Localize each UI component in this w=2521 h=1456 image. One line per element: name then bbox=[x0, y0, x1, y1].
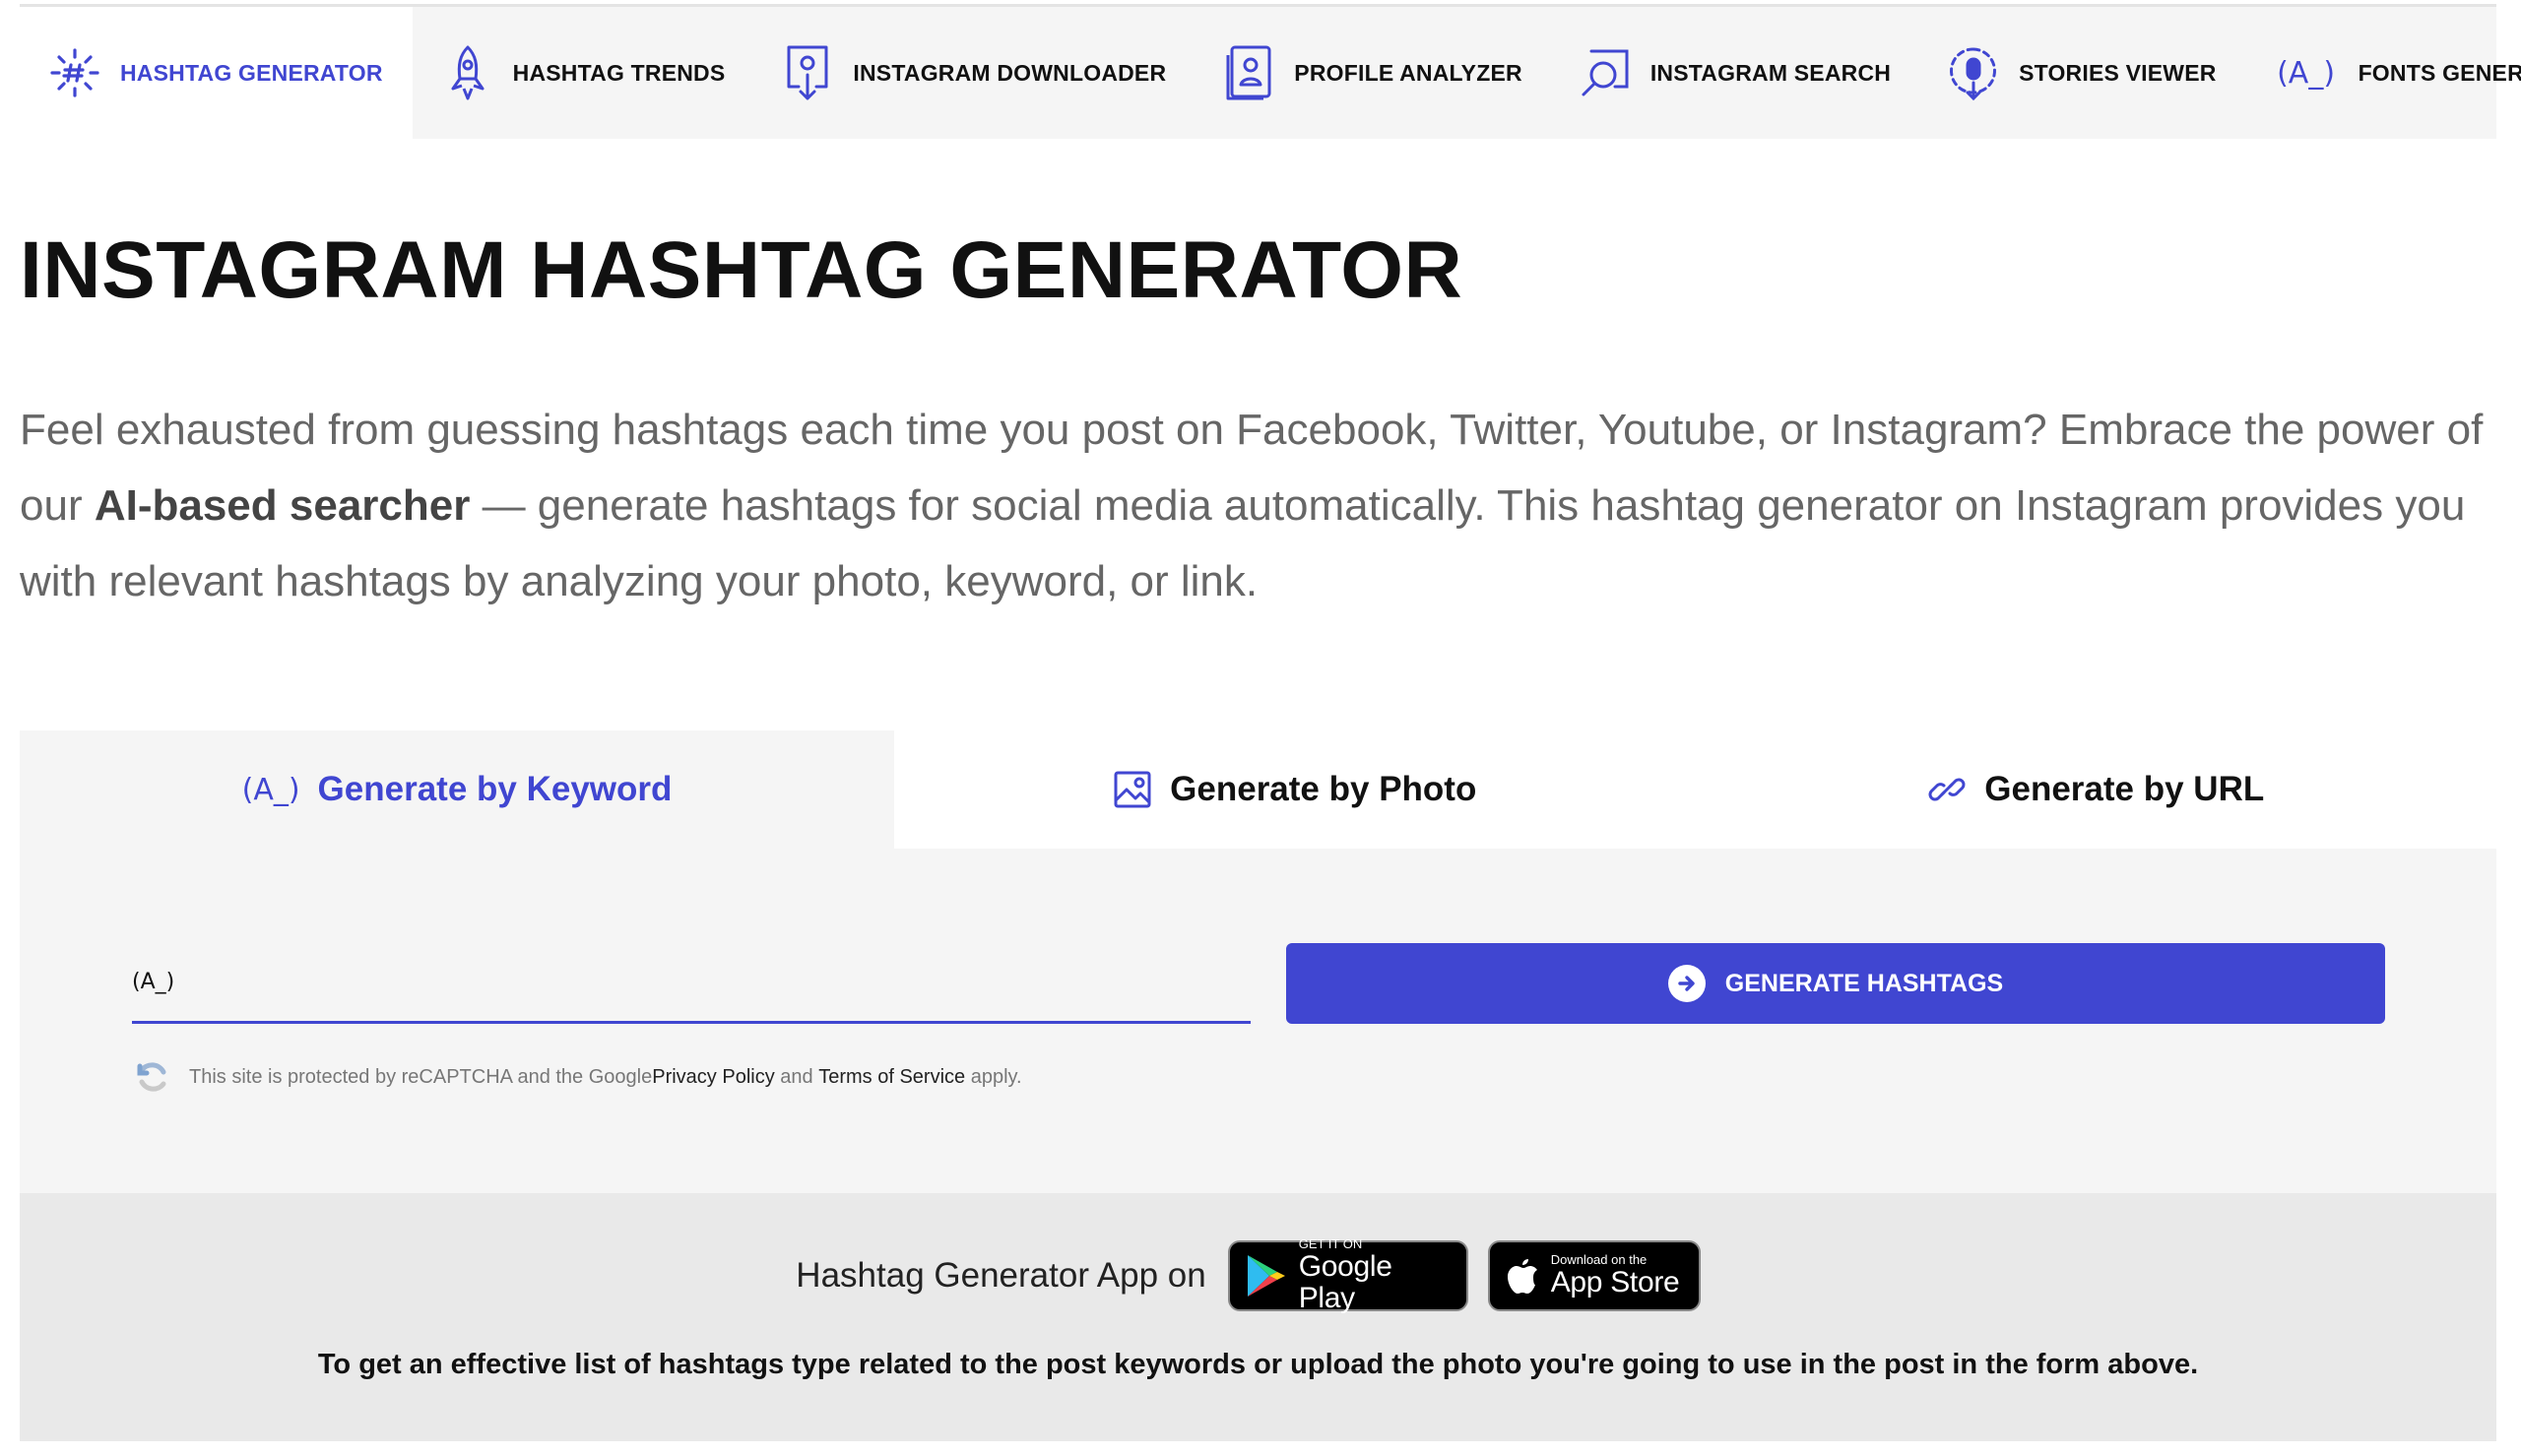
arrow-right-icon bbox=[1667, 965, 1706, 1002]
recaptcha-icon bbox=[132, 1058, 173, 1096]
top-nav: HASHTAG GENERATOR HASHTAG TRENDS INSTAGR… bbox=[20, 4, 2521, 139]
app-store-text: Download on the App Store bbox=[1551, 1253, 1680, 1298]
privacy-policy-link[interactable]: Privacy Policy bbox=[652, 1066, 774, 1089]
nav-fonts-generator[interactable]: (A_) FONTS GENERATOR bbox=[2244, 7, 2521, 139]
rocket-icon bbox=[440, 43, 495, 102]
tab-label: Generate by Keyword bbox=[317, 770, 673, 808]
hashtag-gear-icon bbox=[47, 43, 102, 102]
apple-icon bbox=[1506, 1256, 1539, 1296]
generator-tabs: (A_) Generate by Keyword Generate by Pho… bbox=[20, 730, 2496, 849]
keyword-input[interactable] bbox=[184, 967, 1251, 997]
keyword-form: (A_) GENERATE HASHTAGS This site is prot… bbox=[20, 849, 2496, 1193]
google-play-text: GET IT ON Google Play bbox=[1299, 1237, 1451, 1314]
nav-hashtag-trends[interactable]: HASHTAG TRENDS bbox=[413, 7, 753, 139]
image-icon bbox=[1113, 770, 1152, 809]
nav-label: STORIES VIEWER bbox=[2019, 59, 2217, 86]
captcha-text: This site is protected by reCAPTCHA and … bbox=[189, 1065, 653, 1088]
tab-photo[interactable]: Generate by Photo bbox=[894, 730, 1696, 849]
stories-icon bbox=[1946, 43, 2001, 102]
tab-label: Generate by Photo bbox=[1170, 770, 1477, 808]
app-label: Hashtag Generator App on bbox=[796, 1256, 1206, 1295]
search-icon bbox=[1578, 43, 1633, 102]
usage-hint: To get an effective list of hashtags typ… bbox=[317, 1349, 2199, 1380]
nav-stories-viewer[interactable]: STORIES VIEWER bbox=[1918, 7, 2243, 139]
profile-card-icon bbox=[1221, 43, 1276, 102]
nav-label: INSTAGRAM SEARCH bbox=[1649, 59, 1892, 86]
nav-label: INSTAGRAM DOWNLOADER bbox=[853, 59, 1167, 86]
recaptcha-notice: This site is protected by reCAPTCHA and … bbox=[132, 1058, 1022, 1096]
keyword-field[interactable]: (A_) bbox=[132, 943, 1251, 1024]
terms-of-service-link[interactable]: Terms of Service bbox=[818, 1066, 965, 1089]
download-icon bbox=[780, 43, 835, 102]
app-promo: Hashtag Generator App on GET IT ON Googl… bbox=[20, 1193, 2496, 1441]
intro-paragraph: Feel exhausted from guessing hashtags ea… bbox=[20, 392, 2501, 619]
app-store-badge[interactable]: Download on the App Store bbox=[1487, 1240, 1701, 1311]
nav-label: FONTS GENERATOR bbox=[2358, 59, 2521, 86]
google-play-badge[interactable]: GET IT ON Google Play bbox=[1227, 1237, 1468, 1314]
tab-url[interactable]: Generate by URL bbox=[1696, 730, 2497, 849]
font-icon: (A_) bbox=[2277, 55, 2336, 91]
google-play-icon bbox=[1246, 1253, 1287, 1298]
font-icon: (A_) bbox=[241, 772, 300, 807]
nav-hashtag-generator[interactable]: HASHTAG GENERATOR bbox=[20, 7, 413, 139]
nav-label: PROFILE ANALYZER bbox=[1294, 59, 1522, 86]
app-store-big: App Store bbox=[1550, 1266, 1680, 1298]
link-icon bbox=[1927, 770, 1967, 809]
nav-instagram-search[interactable]: INSTAGRAM SEARCH bbox=[1550, 7, 1918, 139]
nav-profile-analyzer[interactable]: PROFILE ANALYZER bbox=[1194, 7, 1550, 139]
nav-label: HASHTAG GENERATOR bbox=[120, 59, 383, 86]
intro-highlight: AI-based searcher bbox=[94, 481, 471, 530]
app-store-small: Download on the bbox=[1550, 1252, 1648, 1267]
google-play-small: GET IT ON bbox=[1298, 1236, 1363, 1251]
google-play-big: Google Play bbox=[1298, 1250, 1392, 1314]
nav-label: HASHTAG TRENDS bbox=[512, 59, 726, 86]
nav-instagram-downloader[interactable]: INSTAGRAM DOWNLOADER bbox=[752, 7, 1194, 139]
generate-hashtags-button[interactable]: GENERATE HASHTAGS bbox=[1286, 943, 2385, 1024]
font-icon: (A_) bbox=[132, 970, 175, 994]
page-title: INSTAGRAM HASHTAG GENERATOR bbox=[20, 225, 1463, 315]
app-badges-row: Hashtag Generator App on GET IT ON Googl… bbox=[20, 1237, 2496, 1314]
captcha-text: and bbox=[774, 1065, 819, 1088]
tab-keyword[interactable]: (A_) Generate by Keyword bbox=[20, 730, 894, 849]
generate-button-label: GENERATE HASHTAGS bbox=[1724, 969, 2004, 997]
tab-label: Generate by URL bbox=[1984, 770, 2265, 808]
captcha-text: apply. bbox=[965, 1065, 1022, 1088]
